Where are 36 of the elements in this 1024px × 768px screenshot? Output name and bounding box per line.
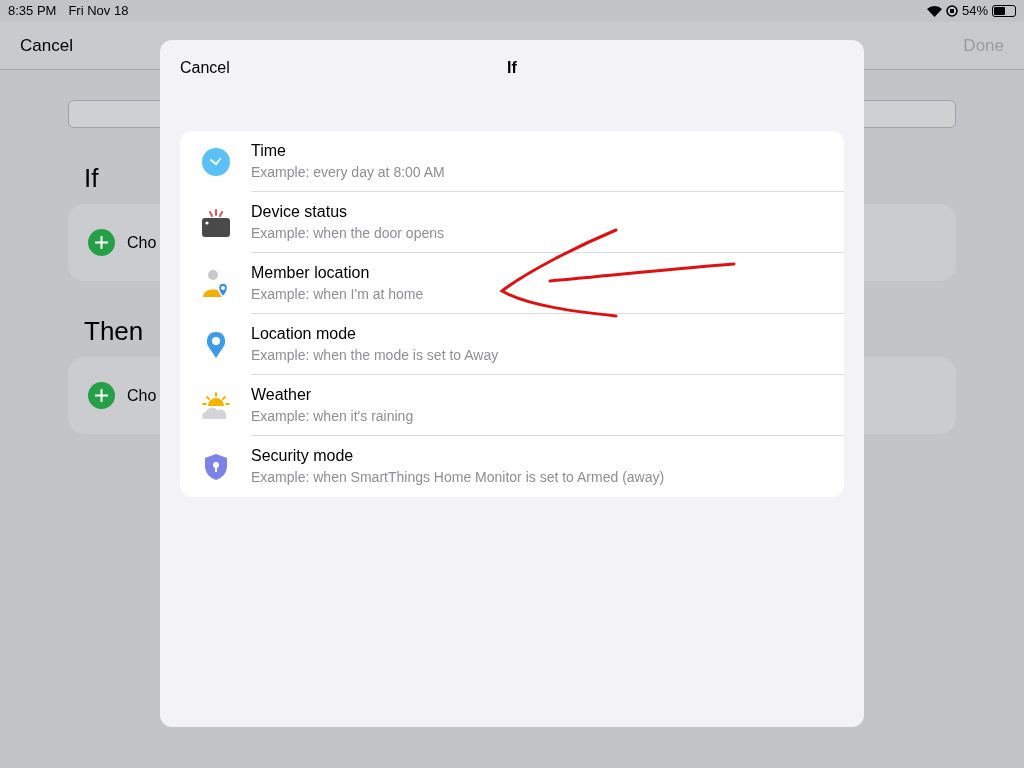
option-title: Member location [251,262,371,283]
section-heading: If [84,162,99,194]
option-example: Example: when I'm at home [251,284,425,304]
option-title: Device status [251,201,349,222]
sun-cloud-icon [200,390,231,421]
option-row[interactable]: Device status Example: when the door opens [180,192,844,253]
dialog-cancel-button[interactable]: Cancel [180,56,230,80]
device-icon [200,207,231,238]
option-row[interactable]: Time Example: every day at 8:00 AM [180,131,844,192]
rotation-lock-icon [945,5,958,17]
option-row[interactable]: Location mode Example: when the mode is set to Away [180,314,844,375]
option-example: Example: when it's raining [251,406,415,426]
option-title: Location mode [251,323,357,344]
status-time: 8:35 PM [8,2,57,21]
add-icon [88,229,115,256]
wifi-icon [926,5,942,17]
battery-percentage: 54% [961,2,988,21]
option-example: Example: when the mode is set to Away [251,345,500,365]
add-icon [88,382,115,409]
status-date: Fri Nov 18 [68,2,129,21]
cancel-button[interactable]: Cancel [20,32,73,59]
option-example: Example: every day at 8:00 AM [251,162,446,182]
option-row[interactable]: Security mode Example: when SmartThings Home Monitor is set to Armed (away) [180,436,844,497]
clock-icon [200,146,231,177]
option-title: Security mode [251,446,355,466]
choose-label: Cho [127,232,157,253]
option-example: Example: when the door opens [251,223,445,243]
option-title: Time [251,140,287,161]
dialog-title: If [507,58,517,78]
option-title: Weather [251,384,313,405]
section-heading: Then [84,315,144,347]
option-example: Example: when SmartThings Home Monitor is set to Armed (away) [251,468,666,487]
choose-label: Cho [127,385,157,406]
option-row[interactable]: Member location Example: when I'm at home [180,253,844,314]
option-row[interactable]: Weather Example: when it's raining [180,375,844,436]
battery-icon [992,5,1016,17]
